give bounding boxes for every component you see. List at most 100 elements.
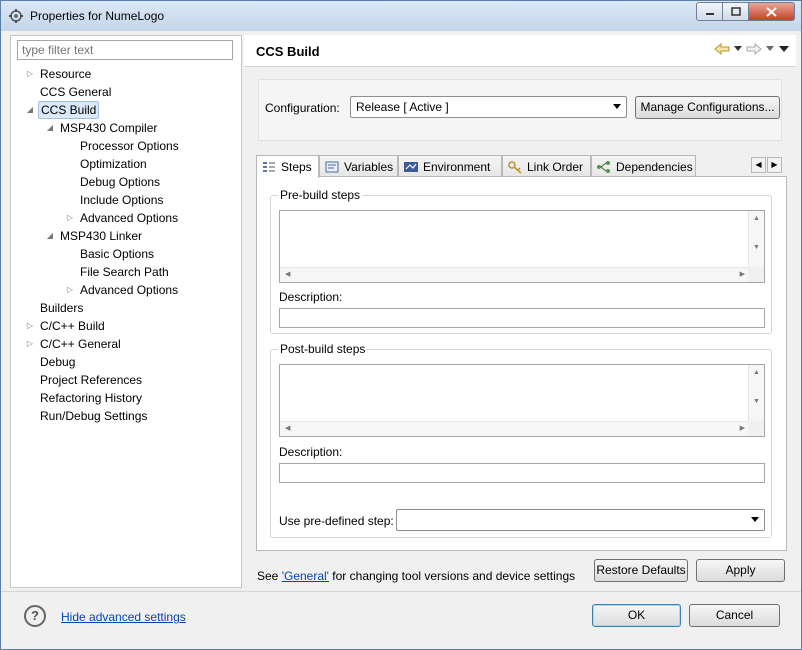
minimize-button[interactable] xyxy=(696,2,723,21)
predefined-step-label: Use pre-defined step: xyxy=(279,514,394,528)
hide-advanced-settings-link[interactable]: Hide advanced settings xyxy=(61,610,186,624)
tab-environment[interactable]: Environment xyxy=(398,155,502,177)
help-icon[interactable]: ? xyxy=(24,605,46,627)
collapsed-arrow-icon[interactable]: ▷ xyxy=(65,209,75,227)
maximize-button[interactable] xyxy=(723,2,749,21)
scroll-right-icon: ▶ xyxy=(739,425,745,432)
filter-input[interactable] xyxy=(17,40,233,60)
tree-item[interactable]: ▷ Advanced Options xyxy=(11,209,241,227)
page-pane: CCS Build Configuration: Release [ Activ… xyxy=(244,35,796,588)
pre-build-title: Pre-build steps xyxy=(278,188,363,202)
vertical-scrollbar[interactable]: ▲ ▼ xyxy=(748,211,764,268)
tree-item[interactable]: ▷ C/C++ General xyxy=(11,335,241,353)
scroll-up-icon: ▲ xyxy=(753,215,760,222)
environment-icon xyxy=(404,161,418,172)
forward-dropdown-icon[interactable] xyxy=(766,46,774,52)
vertical-scrollbar[interactable]: ▲ ▼ xyxy=(748,365,764,422)
tree-item[interactable]: Processor Options xyxy=(11,137,241,155)
pre-build-description-input[interactable] xyxy=(279,308,765,328)
tab-link-order[interactable]: Link Order xyxy=(502,155,591,177)
link-order-icon xyxy=(508,160,522,174)
configuration-label: Configuration: xyxy=(265,101,340,115)
cancel-button[interactable]: Cancel xyxy=(689,604,780,627)
pre-build-steps-textarea[interactable]: ▲ ▼ ◀ ▶ xyxy=(279,210,765,283)
tab-scroll-right-button[interactable]: ▶ xyxy=(767,157,782,173)
horizontal-scrollbar[interactable]: ◀ ▶ xyxy=(280,267,750,282)
chevron-down-icon xyxy=(613,104,621,109)
expanded-arrow-icon[interactable]: ◢ xyxy=(45,119,55,137)
pre-build-description-label: Description: xyxy=(279,290,343,304)
expanded-arrow-icon[interactable]: ◢ xyxy=(25,101,35,119)
variables-icon xyxy=(325,161,339,172)
tree-item-label: C/C++ General xyxy=(40,337,121,351)
scroll-down-icon: ▼ xyxy=(753,244,760,251)
configuration-value: Release [ Active ] xyxy=(356,100,449,114)
tree-item[interactable]: CCS General xyxy=(11,83,241,101)
tab-scroll-left-button[interactable]: ◀ xyxy=(751,157,766,173)
tab-dependencies[interactable]: Dependencies xyxy=(591,155,696,177)
tree-item[interactable]: ◢ MSP430 Compiler xyxy=(11,119,241,137)
predefined-step-select[interactable] xyxy=(396,509,765,531)
steps-tab-content: Pre-build steps ▲ ▼ ◀ ▶ Description: Pos… xyxy=(256,176,787,551)
collapsed-arrow-icon[interactable]: ▷ xyxy=(25,65,35,83)
tree-item[interactable]: Debug Options xyxy=(11,173,241,191)
tree-item-label: MSP430 Compiler xyxy=(60,121,158,135)
tree-item[interactable]: Basic Options xyxy=(11,245,241,263)
tree-item-label: Project References xyxy=(40,373,143,387)
tab-label: Link Order xyxy=(527,159,584,174)
tree-item[interactable]: Refactoring History xyxy=(11,389,241,407)
horizontal-scrollbar[interactable]: ◀ ▶ xyxy=(280,421,750,436)
tab-label: Dependencies xyxy=(616,159,693,174)
tree-item-label: Include Options xyxy=(80,193,164,207)
tree-item-label: Advanced Options xyxy=(80,283,179,297)
tree-item-label: CCS Build xyxy=(38,101,100,119)
view-menu-icon[interactable] xyxy=(778,45,790,53)
post-build-description-input[interactable] xyxy=(279,463,765,483)
close-button[interactable] xyxy=(749,2,795,21)
hint-suffix: for changing tool versions and device se… xyxy=(328,569,576,583)
tree-item[interactable]: File Search Path xyxy=(11,263,241,281)
tab-steps[interactable]: Steps xyxy=(256,155,319,178)
restore-defaults-button[interactable]: Restore Defaults xyxy=(594,559,688,582)
general-settings-hint: See 'General' for changing tool versions… xyxy=(257,569,575,583)
tree-item[interactable]: ▷ Resource xyxy=(11,65,241,83)
properties-dialog: Properties for NumeLogo ▷ Resource CCS Gen… xyxy=(0,0,802,650)
tree-item[interactable]: Builders xyxy=(11,299,241,317)
tree-item[interactable]: Project References xyxy=(11,371,241,389)
tree-item[interactable]: ▷ C/C++ Build xyxy=(11,317,241,335)
forward-arrow-icon[interactable] xyxy=(746,43,762,55)
back-arrow-icon[interactable] xyxy=(714,43,730,55)
post-build-group: Post-build steps ▲ ▼ ◀ ▶ Description: Us… xyxy=(270,342,772,538)
tree-item[interactable]: Run/Debug Settings xyxy=(11,407,241,425)
configuration-select[interactable]: Release [ Active ] xyxy=(350,96,627,118)
dependencies-icon xyxy=(597,160,610,173)
tree-item[interactable]: Include Options xyxy=(11,191,241,209)
scrollbar-corner xyxy=(748,267,764,282)
collapsed-arrow-icon[interactable]: ▷ xyxy=(65,281,75,299)
tree-item[interactable]: ▷ Advanced Options xyxy=(11,281,241,299)
apply-button[interactable]: Apply xyxy=(696,559,785,582)
collapsed-arrow-icon[interactable]: ▷ xyxy=(25,317,35,335)
post-build-steps-textarea[interactable]: ▲ ▼ ◀ ▶ xyxy=(279,364,765,437)
general-link[interactable]: 'General' xyxy=(282,569,329,583)
tree-item-label: File Search Path xyxy=(80,265,169,279)
tree-item[interactable]: ◢ MSP430 Linker xyxy=(11,227,241,245)
ok-button[interactable]: OK xyxy=(592,604,681,627)
tree-item[interactable]: Optimization xyxy=(11,155,241,173)
tab-variables[interactable]: Variables xyxy=(319,155,398,177)
property-tree: ▷ Resource CCS General ◢ CCS Build ◢ MSP430 Co… xyxy=(11,65,241,425)
tree-item-label: C/C++ Build xyxy=(40,319,105,333)
page-header: CCS Build xyxy=(244,35,796,67)
page-nav-tools xyxy=(714,43,790,55)
collapsed-arrow-icon[interactable]: ▷ xyxy=(25,335,35,353)
expanded-arrow-icon[interactable]: ◢ xyxy=(45,227,55,245)
pre-build-group: Pre-build steps ▲ ▼ ◀ ▶ Description: xyxy=(270,188,772,334)
tab-bar: Steps Variables Environment Link Order D… xyxy=(256,155,786,178)
scroll-up-icon: ▲ xyxy=(753,369,760,376)
tree-item-label: Resource xyxy=(40,67,92,81)
tree-item-label: Optimization xyxy=(80,157,147,171)
back-dropdown-icon[interactable] xyxy=(734,46,742,52)
tree-item[interactable]: Debug xyxy=(11,353,241,371)
manage-configurations-button[interactable]: Manage Configurations... xyxy=(635,96,780,119)
tree-item[interactable]: ◢ CCS Build xyxy=(11,101,241,119)
